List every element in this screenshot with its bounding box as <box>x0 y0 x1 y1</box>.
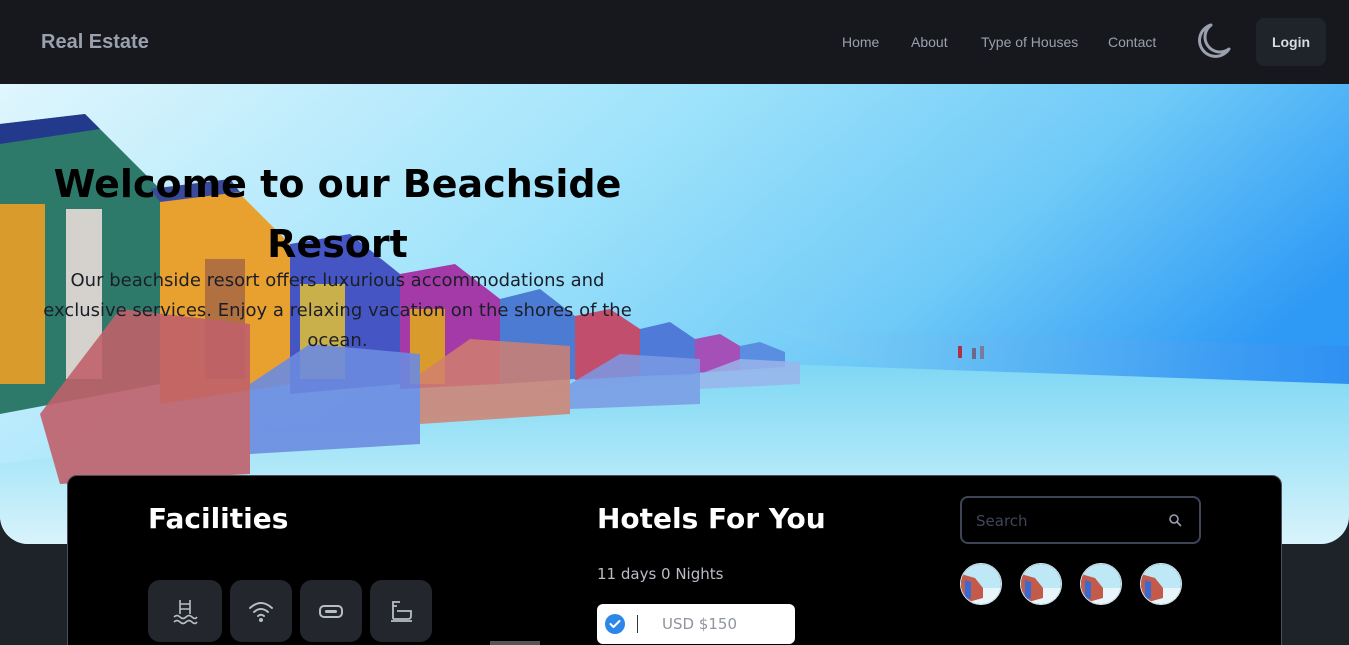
divider <box>637 615 638 633</box>
pool-icon <box>173 600 198 625</box>
info-panel: Facilities Hotels For You 11 days 0 Nigh… <box>67 475 1282 645</box>
beach-thumbnail-image <box>1141 564 1181 604</box>
nav-contact[interactable]: Contact <box>1108 34 1156 50</box>
bath-icon <box>391 601 412 622</box>
brand-logo[interactable]: Real Estate <box>41 31 149 54</box>
beach-thumbnail-image <box>961 564 1001 604</box>
price-value: USD $150 <box>662 615 737 633</box>
facility-wifi[interactable] <box>230 580 292 642</box>
checkbox-checked[interactable] <box>605 614 625 634</box>
nav-home[interactable]: Home <box>842 34 879 50</box>
search-icon[interactable] <box>1168 513 1182 527</box>
nav-about[interactable]: About <box>911 34 948 50</box>
hero-description: Our beachside resort offers luxurious ac… <box>43 270 632 351</box>
hero-title: Welcome to our Beachside Resort <box>53 162 622 266</box>
hotel-thumbnail[interactable] <box>1020 563 1062 605</box>
facilities-title: Facilities <box>148 502 289 535</box>
hotels-title: Hotels For You <box>597 502 826 535</box>
beach-thumbnail-image <box>1021 564 1061 604</box>
facility-bath[interactable] <box>370 580 432 642</box>
search-box[interactable] <box>960 496 1201 544</box>
login-button[interactable]: Login <box>1256 18 1326 66</box>
scrollbar-thumb[interactable] <box>490 641 540 645</box>
hotel-thumbnail[interactable] <box>1080 563 1122 605</box>
search-input[interactable] <box>976 510 1156 532</box>
parking-icon <box>319 605 343 618</box>
nav-type-of-houses[interactable]: Type of Houses <box>981 34 1078 50</box>
facility-parking[interactable] <box>300 580 362 642</box>
price-selector[interactable]: USD $150 <box>597 604 795 644</box>
stay-duration: 11 days 0 Nights <box>597 565 724 583</box>
hotel-thumbnail[interactable] <box>1140 563 1182 605</box>
check-icon <box>609 620 621 628</box>
facility-pool[interactable] <box>148 580 222 642</box>
navbar: Real Estate Home About Type of Houses Co… <box>0 0 1349 84</box>
moon-icon[interactable] <box>1190 20 1232 62</box>
wifi-icon <box>249 602 273 622</box>
hotel-thumbnail[interactable] <box>960 563 1002 605</box>
beach-thumbnail-image <box>1081 564 1121 604</box>
